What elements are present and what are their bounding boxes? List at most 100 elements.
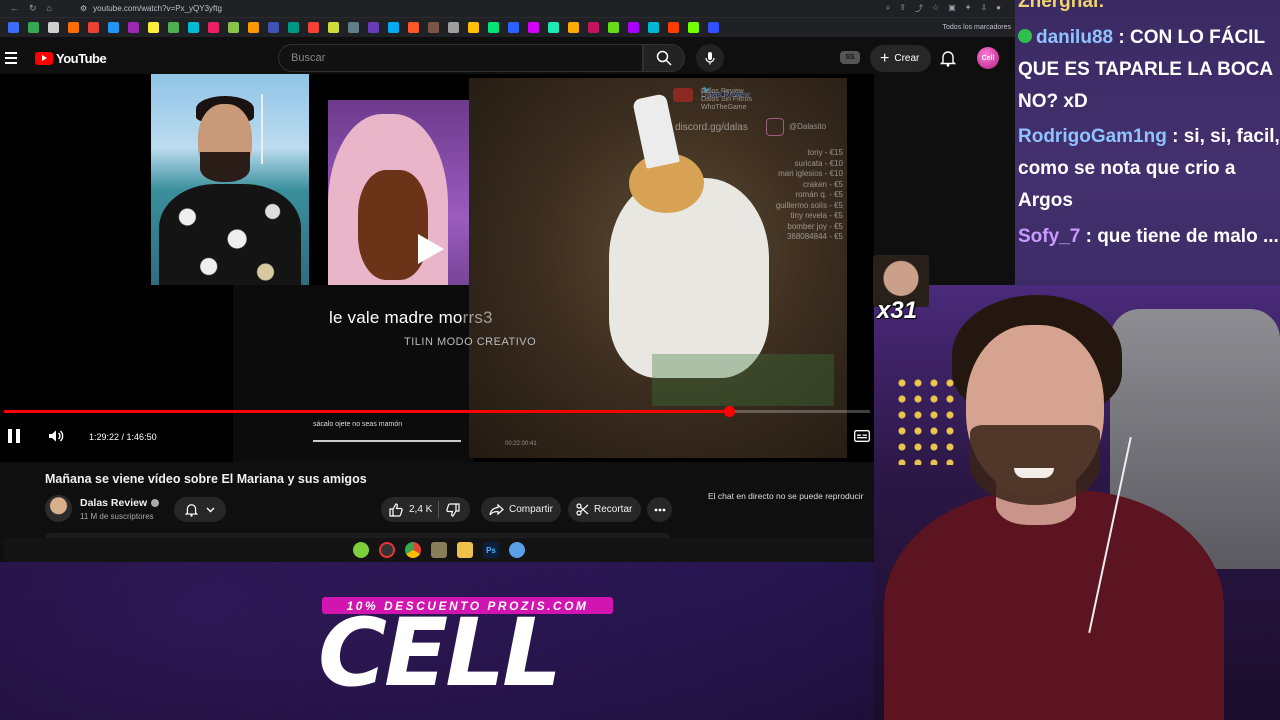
- time-separator: /: [119, 432, 127, 442]
- taskbar-folder-icon[interactable]: [457, 542, 473, 558]
- subscribe-notifications-button[interactable]: [174, 497, 226, 522]
- channel-name[interactable]: Dalas Review: [80, 497, 147, 509]
- subtitles-button[interactable]: [854, 429, 870, 447]
- bookmark-icon[interactable]: [28, 22, 39, 33]
- voice-search-button[interactable]: [696, 44, 724, 72]
- bookmark-icon[interactable]: [508, 22, 519, 33]
- bookmark-icon[interactable]: [488, 22, 499, 33]
- browser-tools: ⌕ ⇪ ⤴ ☆ ▣ ✦ ⇩ ●: [886, 3, 1015, 14]
- bookmark-icon[interactable]: [528, 22, 539, 33]
- bookmark-icon[interactable]: [668, 22, 679, 33]
- video-player[interactable]: Dalas Review 🐦 .: [0, 74, 874, 462]
- puzzle-icon[interactable]: ✦: [965, 3, 972, 14]
- streamer-name-logo: CELL: [318, 599, 562, 708]
- bookmark-icon[interactable]: [568, 22, 579, 33]
- taskbar-app-icon[interactable]: [353, 542, 369, 558]
- extension-icon[interactable]: ▣: [948, 3, 956, 14]
- taskbar-obs-icon[interactable]: [379, 542, 395, 558]
- menu-icon[interactable]: [5, 52, 17, 64]
- bookmark-icon[interactable]: [328, 22, 339, 33]
- progress-handle[interactable]: [723, 406, 735, 417]
- channel-avatar[interactable]: [45, 495, 72, 522]
- bookmark-icon[interactable]: [128, 22, 139, 33]
- user-avatar[interactable]: Cell: [977, 47, 999, 69]
- time-total: 1:46:50: [126, 432, 157, 442]
- share-icon[interactable]: ⤴: [915, 3, 923, 14]
- url-field[interactable]: ⚙ youtube.com/watch?v=Px_yQY3yftg: [80, 4, 886, 13]
- play-icon[interactable]: [418, 234, 444, 264]
- like-count[interactable]: 2,4 K: [409, 504, 432, 515]
- search-button[interactable]: [643, 44, 685, 72]
- reload-icon[interactable]: ↻: [29, 3, 37, 14]
- more-actions-button[interactable]: [647, 497, 672, 522]
- bookmark-icon[interactable]: [408, 22, 419, 33]
- emote-combo-count: x31: [877, 297, 918, 324]
- chat-user: RodrigoGam1ng: [1018, 126, 1167, 147]
- taskbar-app2-icon[interactable]: [431, 542, 447, 558]
- like-icon[interactable]: [389, 502, 403, 517]
- bookmark-icon[interactable]: [108, 22, 119, 33]
- bookmark-icon[interactable]: [548, 22, 559, 33]
- clip-button[interactable]: Recortar: [568, 497, 641, 522]
- bookmark-icon[interactable]: [428, 22, 439, 33]
- create-button[interactable]: + Crear: [870, 45, 932, 72]
- profile-icon[interactable]: ●: [996, 3, 1001, 14]
- bookmark-icon[interactable]: [628, 22, 639, 33]
- back-icon[interactable]: ←: [10, 3, 19, 14]
- more-icon: [654, 508, 665, 511]
- bookmark-icon[interactable]: [648, 22, 659, 33]
- taskbar-chrome-icon[interactable]: [405, 542, 421, 558]
- youtube-logo-text: YouTube: [56, 50, 107, 66]
- site-info-icon[interactable]: ⚙: [80, 4, 87, 13]
- search-input[interactable]: [279, 45, 623, 71]
- channel-name-row[interactable]: Dalas Review: [80, 497, 160, 509]
- bookmark-icon[interactable]: [288, 22, 299, 33]
- bookmark-icon[interactable]: [348, 22, 359, 33]
- bookmark-icon[interactable]: [168, 22, 179, 33]
- home-icon[interactable]: ⌂: [47, 3, 52, 14]
- bookmark-icon[interactable]: [228, 22, 239, 33]
- bookmark-icon[interactable]: [48, 22, 59, 33]
- progress-bar[interactable]: [4, 406, 870, 417]
- donation-entry: craken - €5: [802, 179, 843, 189]
- bookmark-icon[interactable]: [188, 22, 199, 33]
- captions-icon: [854, 430, 870, 442]
- install-icon[interactable]: ⇪: [899, 3, 906, 14]
- notifications-button[interactable]: [939, 50, 957, 72]
- zoom-icon[interactable]: ⌕: [886, 3, 890, 14]
- bookmark-icon[interactable]: [248, 22, 259, 33]
- download-icon[interactable]: ⇩: [980, 3, 987, 14]
- subscriber-count: 11 M de suscriptores: [80, 512, 154, 521]
- bookmark-icon[interactable]: [308, 22, 319, 33]
- bookmark-icon[interactable]: [588, 22, 599, 33]
- bookmark-icon[interactable]: [468, 22, 479, 33]
- bookmark-icon[interactable]: [68, 22, 79, 33]
- bookmarks-bar: Todos los marcadores: [0, 17, 1015, 37]
- dislike-icon[interactable]: [446, 502, 460, 517]
- chat-top-user: Zherghal:: [1018, 0, 1280, 18]
- time-current: 1:29:22: [89, 432, 120, 442]
- bookmark-icon[interactable]: [368, 22, 379, 33]
- taskbar-app3-icon[interactable]: [509, 542, 525, 558]
- bookmark-icon[interactable]: [8, 22, 19, 33]
- bookmark-icon[interactable]: [708, 22, 719, 33]
- bookmark-icon[interactable]: [208, 22, 219, 33]
- bookmark-icon[interactable]: [608, 22, 619, 33]
- volume-button[interactable]: [48, 429, 65, 448]
- star-icon[interactable]: ☆: [932, 3, 939, 14]
- chat-user: Zherghal: [1018, 0, 1099, 12]
- inner-video-subtitle: sácalo ojete no seas mamón: [313, 421, 403, 428]
- chat-user: danilu88: [1036, 27, 1114, 48]
- bookmark-icon[interactable]: [688, 22, 699, 33]
- ss-badge[interactable]: SS: [840, 51, 860, 64]
- all-bookmarks-link[interactable]: Todos los marcadores: [943, 24, 1015, 31]
- bookmark-icon[interactable]: [148, 22, 159, 33]
- bookmark-icon[interactable]: [448, 22, 459, 33]
- bookmark-icon[interactable]: [88, 22, 99, 33]
- bookmark-icon[interactable]: [388, 22, 399, 33]
- youtube-logo[interactable]: YouTube: [35, 50, 107, 66]
- pause-button[interactable]: [8, 429, 20, 443]
- taskbar-photoshop-icon[interactable]: Ps: [483, 542, 499, 558]
- share-button[interactable]: Compartir: [481, 497, 561, 522]
- bookmark-icon[interactable]: [268, 22, 279, 33]
